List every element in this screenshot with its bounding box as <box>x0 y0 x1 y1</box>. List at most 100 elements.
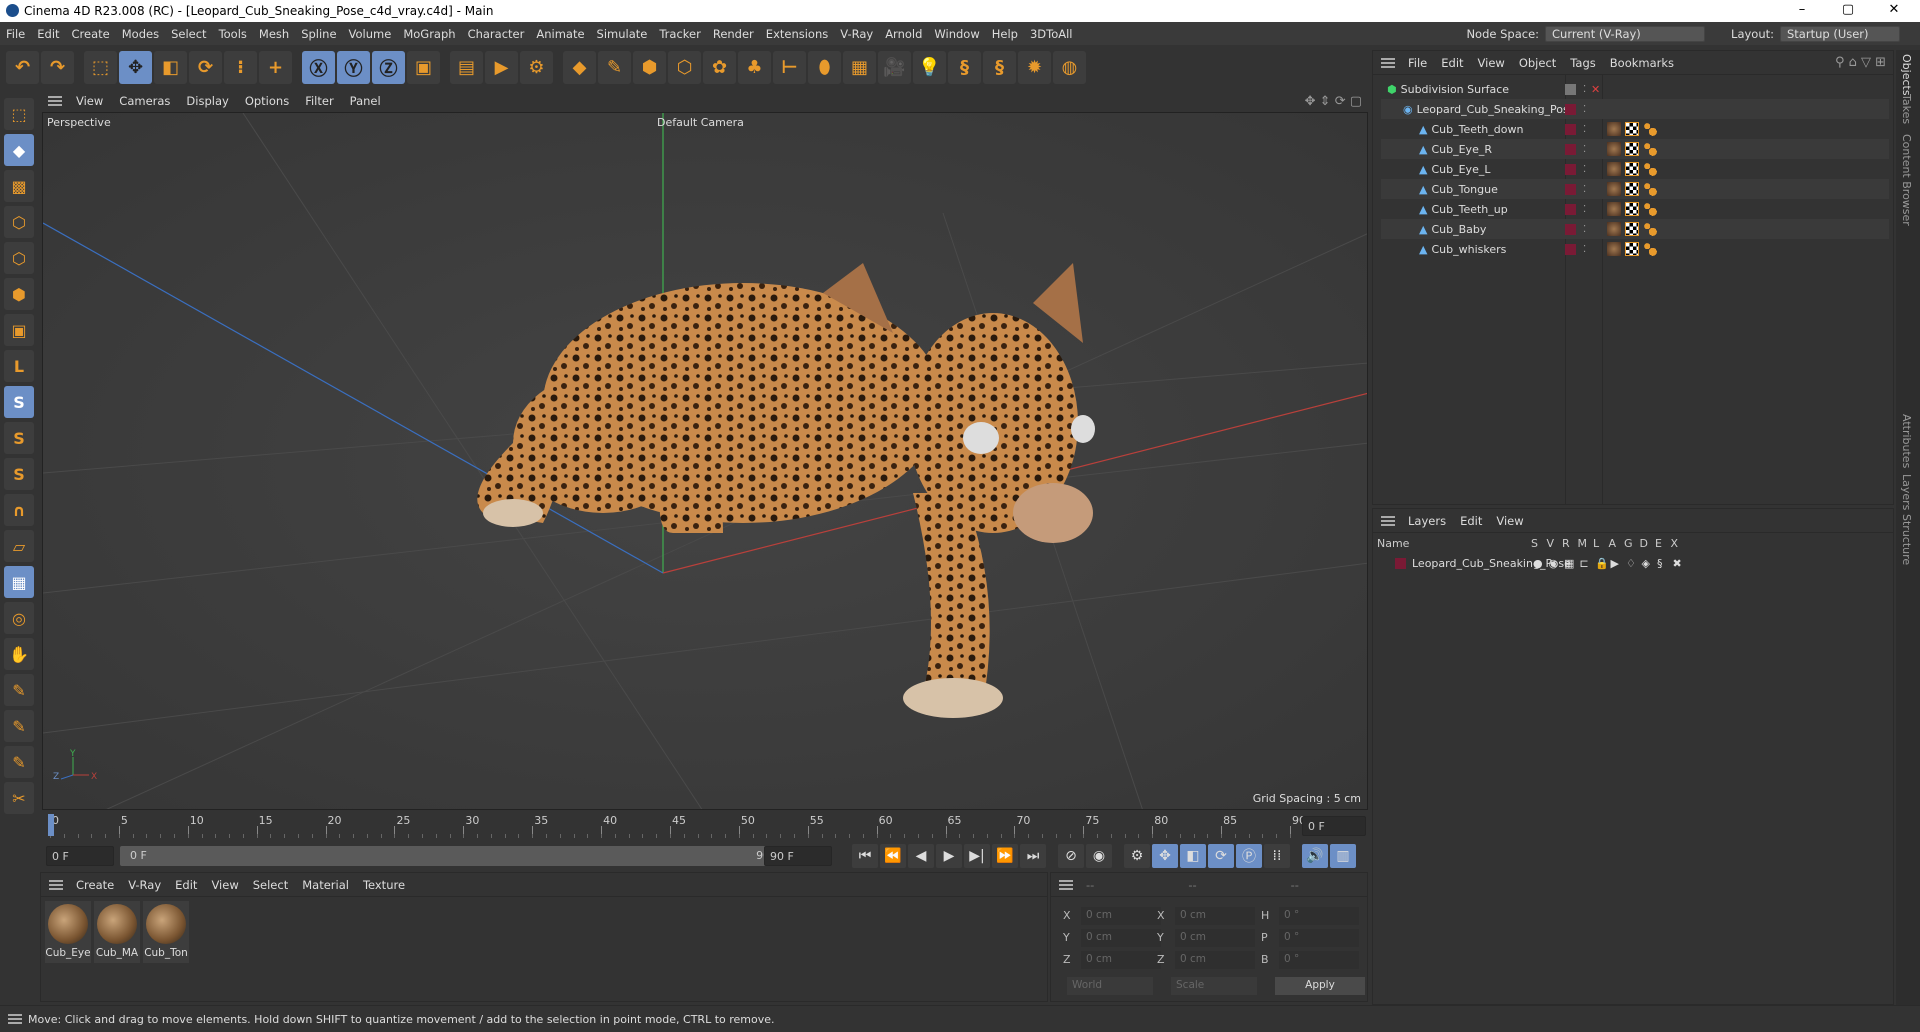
layer-color-swatch[interactable] <box>1565 103 1576 115</box>
node-space-select[interactable]: Current (V-Ray) <box>1545 25 1706 42</box>
frame-range-slider[interactable]: 0 F 90 F <box>120 846 790 866</box>
lock-workplane-icon[interactable]: ◎ <box>4 602 34 634</box>
menu-file[interactable]: File <box>0 27 31 41</box>
recent-tool-icon[interactable]: ⁝ <box>224 51 257 84</box>
layer-generators-icon[interactable]: ♢ <box>1626 557 1636 570</box>
layers-menu-edit[interactable]: Edit <box>1453 514 1489 528</box>
close-button[interactable]: ✕ <box>1874 2 1914 17</box>
objects-menu-object[interactable]: Object <box>1512 56 1563 70</box>
object-row[interactable]: ▲ Cub_Baby ⁚ <box>1381 219 1889 239</box>
grid-snap-icon[interactable]: ▦ <box>4 566 34 598</box>
timeline-icon[interactable]: ▥ <box>1330 844 1356 868</box>
layer-deformers-icon[interactable]: ◈ <box>1642 557 1650 570</box>
coord-field[interactable]: 0 cm <box>1081 907 1161 925</box>
coord-field[interactable]: 0 cm <box>1175 951 1255 969</box>
smooth-icon[interactable]: ✎ <box>4 746 34 778</box>
y-axis-icon[interactable]: Ⓨ <box>337 51 370 84</box>
layer-animation-icon[interactable]: ▶ <box>1611 557 1619 570</box>
material-tag-icon[interactable] <box>1607 122 1621 136</box>
current-frame-display[interactable]: 0 F <box>1302 816 1366 836</box>
vertex-tag-icon[interactable] <box>1643 122 1657 136</box>
snap-s1-icon[interactable]: S <box>4 386 34 418</box>
key-pla-icon[interactable]: ⁞⁞ <box>1264 844 1290 868</box>
uvw-tag-icon[interactable] <box>1625 182 1639 196</box>
rotate-icon[interactable]: ⟳ <box>189 51 222 84</box>
go-end-icon[interactable]: ⏭ <box>1020 844 1046 868</box>
coord-field[interactable]: 0 ° <box>1279 951 1359 969</box>
objects-menu-bookmarks[interactable]: Bookmarks <box>1603 56 1681 70</box>
uv-mode-icon[interactable]: ▣ <box>4 314 34 346</box>
camera-icon[interactable]: 🎥 <box>878 51 911 84</box>
scale-select[interactable]: Scale <box>1171 977 1257 995</box>
material-menu-select[interactable]: Select <box>246 878 295 892</box>
make-editable-icon[interactable]: ⬚ <box>4 98 34 130</box>
viewport-menu-view[interactable]: View <box>68 94 111 108</box>
menu-render[interactable]: Render <box>707 27 760 41</box>
next-key-icon[interactable]: ⏩ <box>992 844 1018 868</box>
field-icon[interactable]: ⬮ <box>808 51 841 84</box>
menu-mesh[interactable]: Mesh <box>253 27 295 41</box>
viewport-menu-display[interactable]: Display <box>178 94 236 108</box>
uvw-tag-icon[interactable] <box>1625 242 1639 256</box>
material-menu-create[interactable]: Create <box>69 878 121 892</box>
status-menu-icon[interactable] <box>8 1014 22 1024</box>
visibility-dots-icon[interactable]: ⁚ <box>1583 144 1586 155</box>
layer-color-swatch[interactable] <box>1565 123 1576 135</box>
layers-menu-icon[interactable] <box>1381 515 1395 526</box>
object-row[interactable]: ▲ Cub_whiskers ⁚ <box>1381 239 1889 259</box>
edges-mode-icon[interactable]: ⬡ <box>4 242 34 274</box>
side-tab-takes[interactable]: Takes <box>1900 94 1913 124</box>
coord-field[interactable]: 0 ° <box>1279 929 1359 947</box>
visibility-dots-icon[interactable]: ⁚ <box>1583 84 1586 95</box>
render-picture-viewer-icon[interactable]: ▶ <box>485 51 518 84</box>
material-tag-icon[interactable] <box>1607 242 1621 256</box>
axis-move-icon[interactable]: + <box>259 51 292 84</box>
material-swatch[interactable]: Cub_Ton <box>143 901 189 963</box>
sound-icon[interactable]: 🔊 <box>1302 844 1328 868</box>
uvw-tag-icon[interactable] <box>1625 222 1639 236</box>
light-icon[interactable]: 💡 <box>913 51 946 84</box>
end-frame-field[interactable]: 90 F <box>764 846 832 866</box>
texture-mode-icon[interactable]: ▩ <box>4 170 34 202</box>
layer-color-swatch[interactable] <box>1565 83 1576 95</box>
material-menu-view[interactable]: View <box>204 878 245 892</box>
layer-xref-icon[interactable]: ✖ <box>1673 557 1682 570</box>
visibility-dots-icon[interactable]: ⁚ <box>1583 204 1586 215</box>
z-axis-icon[interactable]: Ⓩ <box>372 51 405 84</box>
coordinate-system-icon[interactable]: ▣ <box>407 51 440 84</box>
menu-window[interactable]: Window <box>928 27 985 41</box>
layer-render-icon[interactable]: ▦ <box>1564 557 1574 570</box>
key-param-icon[interactable]: Ⓟ <box>1236 844 1262 868</box>
material-tag-icon[interactable] <box>1607 162 1621 176</box>
object-search-filter-icons[interactable]: ⚲ ⌂ ▽ ⊞ <box>1828 55 1893 70</box>
side-tab-attributes[interactable]: Attributes <box>1900 414 1913 468</box>
floor-icon[interactable]: ▦ <box>843 51 876 84</box>
menu-mograph[interactable]: MoGraph <box>397 27 461 41</box>
layer-color-swatch[interactable] <box>1565 203 1576 215</box>
vertex-tag-icon[interactable] <box>1643 142 1657 156</box>
points-mode-icon[interactable]: ⬡ <box>4 206 34 238</box>
vertex-tag-icon[interactable] <box>1643 222 1657 236</box>
knife-icon[interactable]: ✂ <box>4 782 34 814</box>
coords-menu-icon[interactable] <box>1059 879 1073 890</box>
object-row[interactable]: ▲ Cub_Teeth_up ⁚ <box>1381 199 1889 219</box>
coord-field[interactable]: 0 cm <box>1081 951 1161 969</box>
object-row[interactable]: ▲ Cub_Eye_R ⁚ <box>1381 139 1889 159</box>
menu-character[interactable]: Character <box>462 27 531 41</box>
vertex-tag-icon[interactable] <box>1643 202 1657 216</box>
vertex-tag-icon[interactable] <box>1643 182 1657 196</box>
material-menu-edit[interactable]: Edit <box>168 878 204 892</box>
objects-menu-edit[interactable]: Edit <box>1434 56 1470 70</box>
camera-label[interactable]: Default Camera <box>657 116 744 129</box>
layer-expressions-icon[interactable]: § <box>1657 557 1663 570</box>
magnet-icon[interactable]: ∩ <box>4 494 34 526</box>
menu-select[interactable]: Select <box>165 27 212 41</box>
workplane-icon[interactable]: ▱ <box>4 530 34 562</box>
material-menu-icon[interactable] <box>49 879 63 890</box>
enabled-x-icon[interactable]: ✕ <box>1591 83 1600 96</box>
layer-color-swatch[interactable] <box>1395 557 1406 569</box>
brush-icon[interactable]: ✎ <box>4 710 34 742</box>
coord-field[interactable]: 0 ° <box>1279 907 1359 925</box>
axis-mode-icon[interactable]: L <box>4 350 34 382</box>
key-rotate-icon[interactable]: ⟳ <box>1208 844 1234 868</box>
